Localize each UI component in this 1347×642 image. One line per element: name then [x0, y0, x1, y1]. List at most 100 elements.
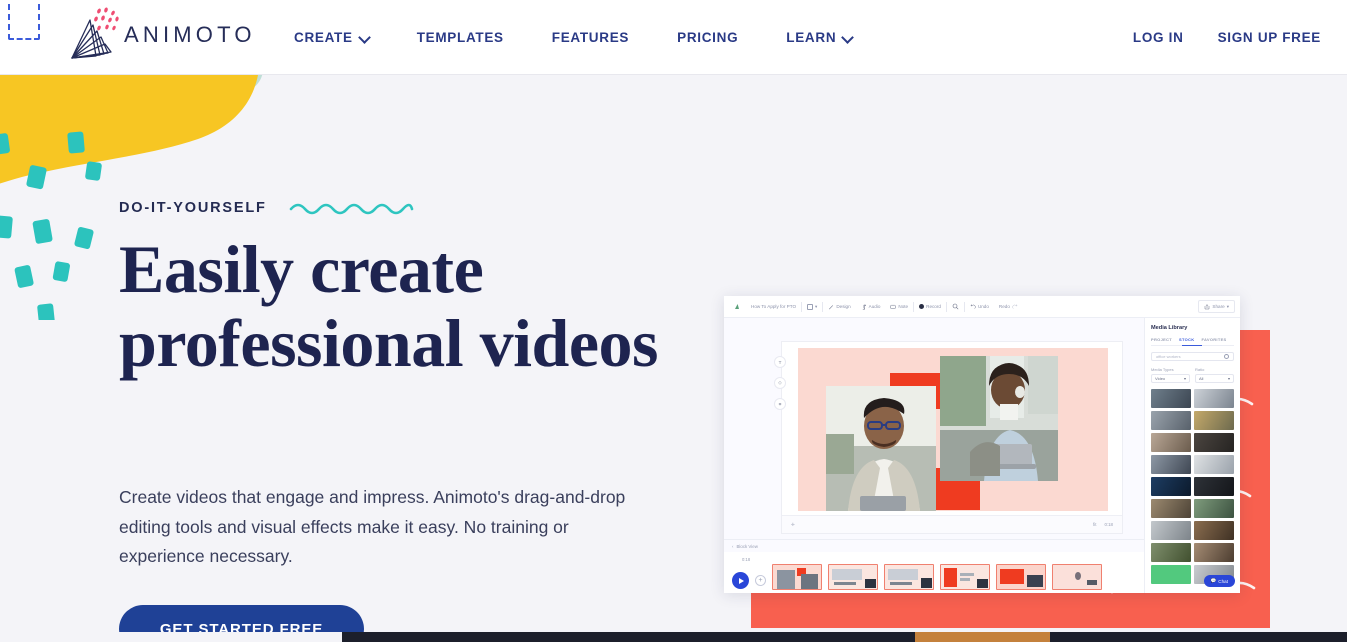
media-search-input[interactable]: office workers	[1151, 352, 1234, 361]
timeline-current-time: 0:18	[742, 557, 751, 562]
hero-subcopy: Create videos that engage and impress. A…	[119, 487, 626, 566]
toolbar-record-button[interactable]: Record	[914, 300, 946, 313]
editor-logo-icon	[729, 300, 746, 313]
media-thumbnail-grid	[1151, 389, 1234, 584]
note-icon	[890, 304, 896, 309]
login-link[interactable]: LOG IN	[1133, 30, 1184, 45]
nav-label: FEATURES	[551, 30, 630, 45]
block-number: 2	[852, 592, 854, 593]
toolbar-label: Record	[926, 304, 941, 309]
editor-toolbar: How To Apply for PTO ▾ Design Audio Note…	[724, 296, 1240, 318]
text-tool-button[interactable]: T	[774, 356, 786, 368]
toolbar-note-button[interactable]: Note	[885, 300, 913, 313]
media-library-panel: Media Library PROJECT STOCK FAVORITES of…	[1144, 318, 1240, 593]
timeline-block[interactable]: 1	[772, 564, 822, 593]
hero-eyebrow-row: DO-IT-YOURSELF	[119, 200, 414, 216]
toolbar-label: Note	[898, 304, 909, 309]
tab-project[interactable]: PROJECT	[1151, 337, 1172, 342]
chat-label: Chat	[1218, 578, 1228, 584]
timeline-block[interactable]: 6	[1052, 564, 1102, 593]
toolbar-aspect-ratio[interactable]: ▾	[802, 300, 822, 313]
media-thumbnail[interactable]	[1151, 521, 1191, 540]
block-thumbnail	[996, 564, 1046, 590]
animoto-fan-logo-icon	[62, 6, 122, 64]
nav-item-features[interactable]: FEATURES	[552, 30, 653, 45]
animoto-logo[interactable]: ANIMOTO	[62, 4, 251, 66]
preview-add-icon[interactable]: ✛	[791, 522, 795, 528]
media-thumbnail[interactable]	[1194, 433, 1234, 452]
media-filters: Media Types Video ▾ Ratio All ▾	[1151, 367, 1234, 383]
animoto-editor-screenshot: How To Apply for PTO ▾ Design Audio Note…	[724, 296, 1240, 593]
media-thumbnail[interactable]	[1151, 499, 1191, 518]
signup-free-link[interactable]: SIGN UP FREE	[1218, 30, 1321, 45]
media-thumbnail[interactable]	[1194, 543, 1234, 562]
nav-label: CREATE	[294, 30, 353, 45]
photo-woman-with-laptop	[940, 356, 1058, 481]
shape-tool-button[interactable]: ◇	[774, 377, 786, 389]
chevron-down-icon	[360, 33, 369, 42]
filter-select[interactable]: All ▾	[1195, 374, 1234, 383]
media-thumbnail[interactable]	[1151, 565, 1191, 584]
media-thumbnail[interactable]	[1151, 411, 1191, 430]
search-icon[interactable]	[1224, 354, 1229, 359]
toolbar-search-button[interactable]	[947, 300, 964, 313]
timeline-block[interactable]: 4	[940, 564, 990, 593]
crop-tool-button[interactable]: ⌗	[774, 398, 786, 410]
media-thumbnail[interactable]	[1151, 433, 1191, 452]
block-thumbnail	[828, 564, 878, 590]
timeline-block[interactable]: 2	[828, 564, 878, 593]
block-number: 5	[1020, 592, 1022, 593]
toolbar-redo-button[interactable]: Redo	[994, 300, 1023, 313]
play-button[interactable]	[732, 572, 749, 589]
media-library-title: Media Library	[1151, 325, 1188, 331]
nav-item-create[interactable]: CREATE	[294, 30, 393, 45]
timeline-block[interactable]: 5	[996, 564, 1046, 593]
filter-select[interactable]: Video ▾	[1151, 374, 1190, 383]
play-icon	[738, 577, 744, 584]
block-thumbnail	[772, 564, 822, 590]
media-thumbnail[interactable]	[1194, 411, 1234, 430]
toolbar-label: Redo	[998, 304, 1010, 309]
toolbar-undo-button[interactable]: Undo	[965, 300, 994, 313]
media-thumbnail[interactable]	[1151, 389, 1191, 408]
toolbar-share-button[interactable]: Share ▾	[1198, 300, 1235, 313]
nav-item-pricing[interactable]: PRICING	[677, 30, 762, 45]
hero-eyebrow: DO-IT-YOURSELF	[119, 200, 267, 216]
add-block-button[interactable]: +	[755, 575, 766, 586]
keyboard-focus-ring	[8, 0, 40, 40]
toolbar-design-button[interactable]: Design	[823, 300, 855, 313]
media-thumbnail[interactable]	[1151, 477, 1191, 496]
chevron-down-icon: ▾	[815, 303, 818, 309]
filter-label: Ratio	[1195, 367, 1205, 372]
photo-man-with-laptop	[826, 386, 936, 511]
chevron-left-icon[interactable]: ‹	[732, 544, 733, 549]
music-note-icon	[862, 304, 866, 310]
search-icon	[952, 303, 959, 310]
nav-item-learn[interactable]: LEARN	[786, 30, 876, 45]
media-thumbnail[interactable]	[1194, 455, 1234, 474]
chat-button[interactable]: 💬 Chat	[1203, 575, 1235, 587]
media-thumbnail[interactable]	[1194, 499, 1234, 518]
media-thumbnail[interactable]	[1194, 389, 1234, 408]
filter-media-types: Media Types Video ▾	[1151, 367, 1190, 383]
share-box-icon	[1205, 303, 1210, 309]
project-title[interactable]: How To Apply for PTO	[746, 300, 801, 313]
media-thumbnail[interactable]	[1151, 543, 1191, 562]
main-navigation: CREATE TEMPLATES FEATURES PRICING LEARN	[294, 0, 876, 75]
toolbar-audio-button[interactable]: Audio	[856, 300, 886, 313]
page-bottom-strip	[0, 632, 1347, 642]
tab-favorites[interactable]: FAVORITES	[1201, 337, 1226, 342]
video-canvas[interactable]	[798, 348, 1108, 511]
block-number: 4	[964, 592, 966, 593]
preview-fit-label[interactable]: fit	[1093, 522, 1096, 527]
nav-item-templates[interactable]: TEMPLATES	[417, 30, 528, 45]
tab-stock[interactable]: STOCK	[1179, 337, 1194, 342]
strip-orange-segment	[915, 632, 1050, 642]
header-actions: LOG IN SIGN UP FREE	[1133, 0, 1321, 75]
media-thumbnail[interactable]	[1194, 521, 1234, 540]
media-thumbnail[interactable]	[1194, 477, 1234, 496]
chevron-down-icon: ▾	[1227, 376, 1230, 381]
media-thumbnail[interactable]	[1151, 455, 1191, 474]
timeline-block[interactable]: 3	[884, 564, 934, 593]
preview-duration: 0:18	[1104, 522, 1113, 527]
